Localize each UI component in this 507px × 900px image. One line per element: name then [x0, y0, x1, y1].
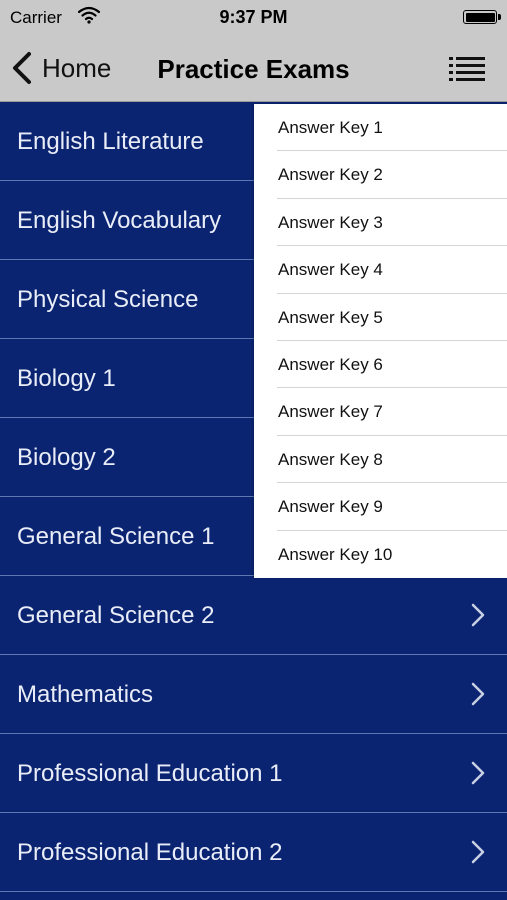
answer-key-label: Answer Key 3 [278, 212, 383, 232]
answer-key-item[interactable]: Answer Key 8 [254, 436, 507, 484]
answer-key-label: Answer Key 8 [278, 449, 383, 469]
answer-key-label: Answer Key 5 [278, 307, 383, 327]
answer-key-item[interactable]: Answer Key 1 [254, 104, 507, 152]
answer-key-item[interactable]: Answer Key 4 [254, 246, 507, 294]
exam-row-professional-education-2[interactable]: Professional Education 2 [0, 813, 507, 892]
back-button-label: Home [42, 52, 112, 83]
answer-key-label: Answer Key 4 [278, 260, 383, 280]
answer-key-item[interactable]: Answer Key 5 [254, 294, 507, 342]
chevron-right-icon [471, 603, 485, 627]
exam-label: Professional Education 1 [17, 760, 283, 787]
answer-key-dropdown: Answer Key 1 Answer Key 2 Answer Key 3 A… [254, 104, 507, 578]
answer-key-item[interactable]: Answer Key 3 [254, 199, 507, 247]
answer-key-label: Answer Key 10 [278, 544, 393, 564]
list-icon[interactable] [449, 56, 485, 82]
navigation-bar: Home Practice Exams [0, 36, 507, 102]
exam-label: Biology 2 [17, 444, 116, 471]
chevron-left-icon [13, 52, 31, 84]
answer-key-item[interactable]: Answer Key 6 [254, 341, 507, 389]
exam-label: Biology 1 [17, 365, 116, 392]
exam-row-professional-education-1[interactable]: Professional Education 1 [0, 734, 507, 813]
chevron-right-icon [471, 761, 485, 785]
exam-row-general-science-2[interactable]: General Science 2 [0, 576, 507, 655]
exam-label: Mathematics [17, 681, 154, 708]
exam-label: English Vocabulary [17, 207, 222, 234]
answer-key-item[interactable]: Answer Key 2 [254, 151, 507, 200]
answer-key-item[interactable]: Answer Key 7 [254, 388, 507, 437]
answer-key-label: Answer Key 1 [278, 118, 383, 137]
answer-key-label: Answer Key 9 [278, 497, 383, 517]
battery-icon [463, 10, 501, 24]
exam-label: Physical Science [17, 286, 199, 313]
exam-label: English Literature [17, 128, 204, 155]
answer-key-label: Answer Key 7 [278, 402, 383, 422]
exam-label: Professional Education 2 [17, 839, 283, 866]
clock: 9:37 PM [219, 7, 288, 27]
exam-label: General Science 2 [17, 602, 215, 629]
back-button[interactable]: Home [10, 50, 111, 86]
chevron-right-icon [471, 682, 485, 706]
status-bar: Carrier 9:37 PM [0, 0, 507, 36]
exam-row-mathematics[interactable]: Mathematics [0, 655, 507, 734]
chevron-right-icon [471, 840, 485, 864]
answer-key-item[interactable]: Answer Key 9 [254, 483, 507, 531]
answer-key-label: Answer Key 2 [278, 165, 383, 185]
exam-label: General Science 1 [17, 523, 215, 550]
answer-key-item[interactable]: Answer Key 10 [254, 531, 507, 578]
answer-key-label: Answer Key 6 [278, 354, 383, 374]
